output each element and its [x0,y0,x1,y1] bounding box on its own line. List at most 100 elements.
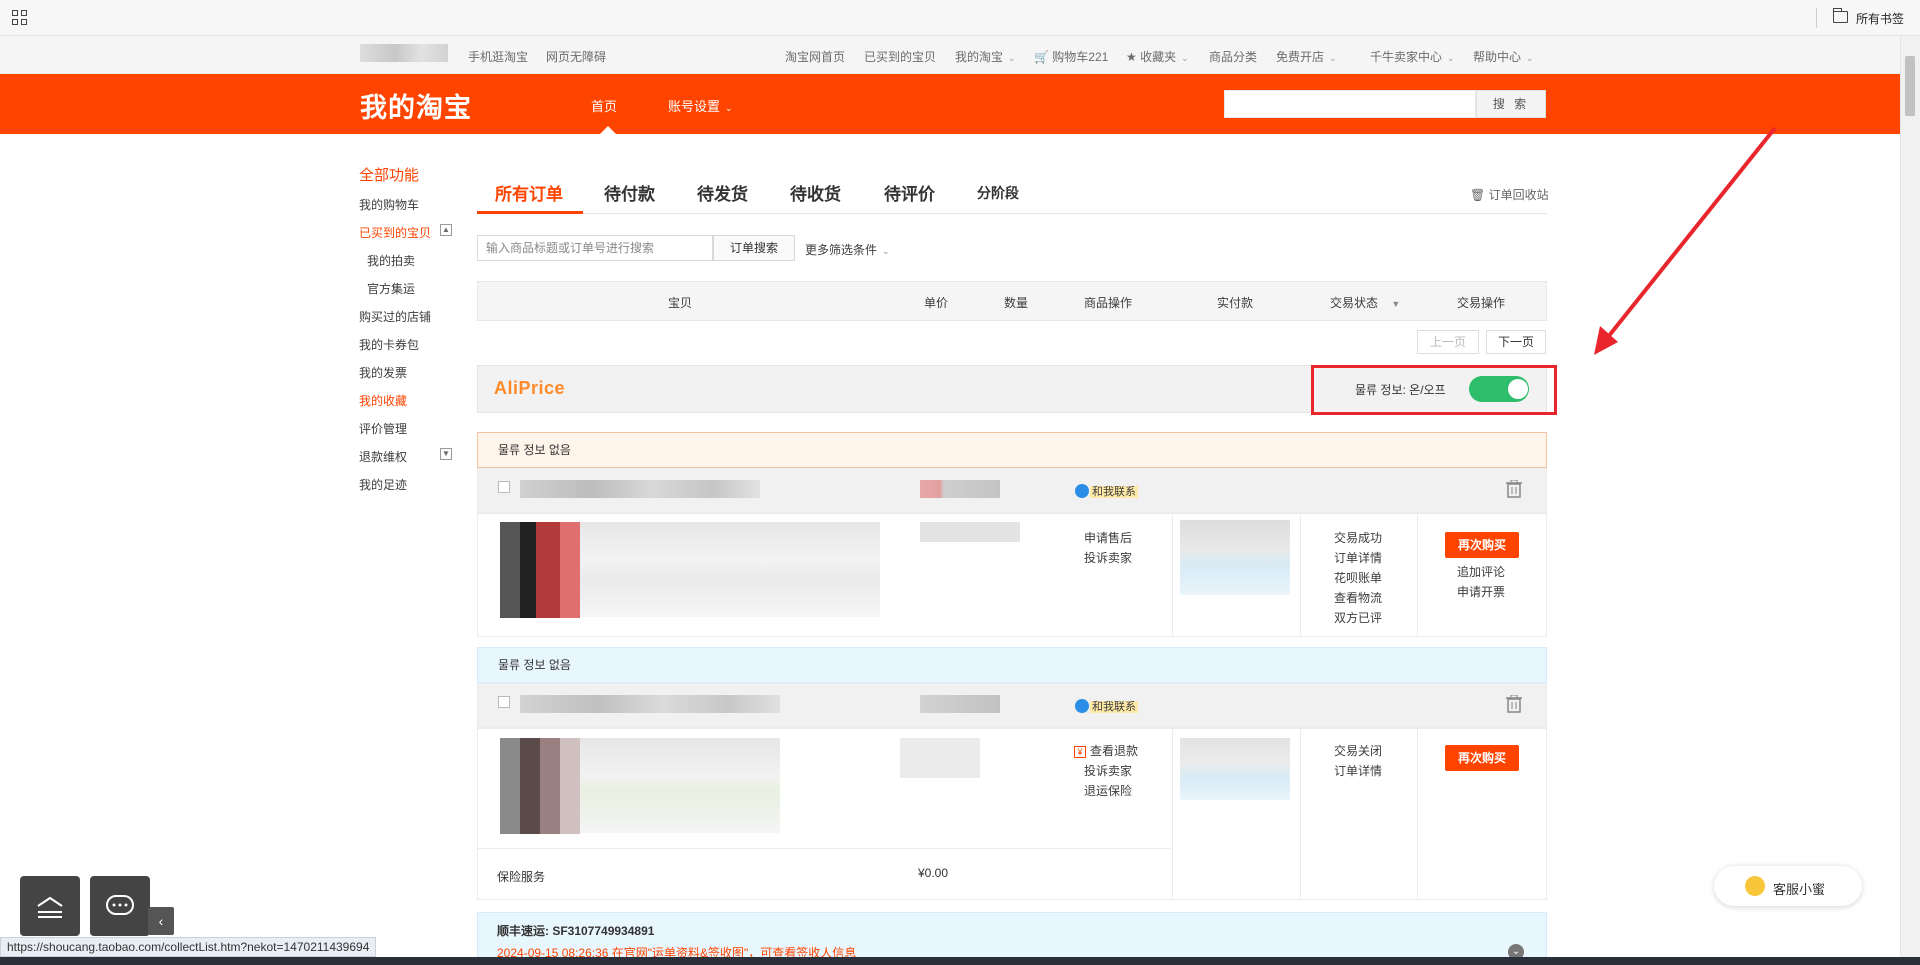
help-center-menu[interactable]: 帮助中心 ⌄ [1473,48,1534,65]
cart-link[interactable]: 🛒 购物车221 [1034,48,1108,65]
complain-seller-link[interactable]: 投诉卖家 [1074,761,1174,781]
apps-grid-icon[interactable] [12,10,28,26]
order-search-input[interactable]: 输入商品标题或订单号进行搜索 [477,235,713,261]
chat-button[interactable] [90,876,150,936]
os-taskbar [0,957,1920,965]
status-url: https://shoucang.taobao.com/collectList.… [0,937,377,957]
huabei-bill-link[interactable]: 花呗账单 [1334,568,1404,588]
active-tab-underline [477,211,583,214]
back-to-top-button[interactable] [20,876,80,936]
refund-icon: ¥ [1074,746,1086,758]
rebuy-button[interactable]: 再次购买 [1445,745,1519,771]
sidebar-item-auction[interactable]: 我的拍卖 [367,252,415,269]
tab-pending-ship[interactable]: 待发货 [697,180,748,205]
view-logistics-link[interactable]: 查看物流 [1334,588,1404,608]
tab-pending-pay[interactable]: 待付款 [604,180,655,205]
sidebar-item-invoices[interactable]: 我的发票 [359,364,407,381]
order1-contact[interactable]: 和我联系 [1075,483,1138,499]
complain-seller-link[interactable]: 投诉卖家 [1084,548,1154,568]
scrollbar-thumb[interactable] [1905,56,1915,116]
chevron-down-icon: ⌄ [1447,53,1455,63]
customer-service-label[interactable]: 客服小蜜 [1773,879,1825,898]
col-qty: 数量 [1004,296,1029,310]
taobao-home-link[interactable]: 淘宝网首页 [785,48,845,65]
chevron-down-icon: ⌄ [1181,53,1189,63]
sidebar-item-cart[interactable]: 我的购物车 [359,196,419,213]
header-search-button[interactable]: 搜 索 [1476,90,1546,118]
col-item: 宝贝 [668,296,693,310]
add-review-link[interactable]: 追加评论 [1457,562,1527,582]
all-bookmarks-link[interactable]: 所有书签 [1856,10,1904,27]
open-shop-menu[interactable]: 免费开店 ⌄ [1276,48,1337,65]
chevron-down-icon: ⌄ [725,103,733,113]
tab-installment[interactable]: 分阶段 [977,183,1019,203]
sidebar-item-refunds[interactable]: 退款维权 [359,448,407,465]
view-refund-link[interactable]: ¥ 查看退款 [1074,741,1174,761]
col-status-filter[interactable]: 交易状态 ▼ [1330,294,1400,311]
chevron-down-icon: ⌄ [1526,53,1534,63]
my-taobao-logo[interactable]: 我的淘宝 [360,86,472,125]
sidebar-item-footprints[interactable]: 我的足迹 [359,476,407,493]
order1-shop-blurred [520,480,760,498]
seller-center-menu[interactable]: 千牛卖家中心 ⌄ [1370,48,1455,65]
nav-home[interactable]: 首页 [591,96,617,115]
order1-title-blurred[interactable] [580,522,880,617]
divider [1300,513,1301,637]
return-insurance-link[interactable]: 退运保险 [1074,781,1174,801]
sidebar-item-coupons[interactable]: 我的卡券包 [359,336,419,353]
service-bee-icon [1745,876,1765,896]
aliprice-title: AliPrice [494,378,566,398]
active-nav-indicator [600,126,616,134]
expand-toggle-icon[interactable]: ▼ [440,448,452,460]
order-search-button[interactable]: 订单搜索 [713,235,795,261]
page-scrollbar[interactable] [1900,36,1920,957]
prev-page-button[interactable]: 上一页 [1417,330,1479,354]
order1-logistics-bar: 물류 정보 없음 [477,432,1547,468]
order1-checkbox[interactable] [498,481,510,493]
sidebar-title[interactable]: 全部功能 [359,164,419,185]
rebuy-button[interactable]: 再次购买 [1445,532,1519,558]
order-detail-link[interactable]: 订单详情 [1334,761,1404,781]
accessibility-link[interactable]: 网页无障碍 [546,48,606,65]
order2-product-image[interactable] [500,738,580,834]
nav-account-settings[interactable]: 账号设置 ⌄ [668,96,733,115]
request-invoice-link[interactable]: 申请开票 [1457,582,1527,602]
after-sales-link[interactable]: 申请售后 [1084,528,1154,548]
mobile-taobao-link[interactable]: 手机逛淘宝 [468,48,528,65]
sidebar-item-bought[interactable]: 已买到的宝贝 [359,224,431,241]
username-blurred[interactable] [360,44,448,62]
order1-product-image[interactable] [500,522,580,618]
order-recycle-link[interactable]: 🗑 订单回收站 [1470,186,1549,203]
my-taobao-menu[interactable]: 我的淘宝 ⌄ [955,48,1016,65]
order2-contact[interactable]: 和我联系 [1075,698,1138,714]
order1-extra-links: 追加评论 申请开票 [1457,562,1527,602]
favorites-menu[interactable]: ★ 收藏夹 ⌄ [1126,48,1189,65]
folder-icon[interactable] [1832,8,1848,23]
tab-pending-receive[interactable]: 待收货 [790,180,841,205]
collapse-arrow-icon[interactable]: ‹ [148,907,174,935]
tab-all-orders[interactable]: 所有订单 [495,180,563,205]
order2-checkbox[interactable] [498,696,510,708]
more-filters-link[interactable]: 更多筛选条件 ⌄ [805,241,890,258]
order2-price-blurred [900,738,980,778]
delete-order-icon[interactable] [1506,480,1522,498]
divider [1172,513,1173,637]
next-page-button[interactable]: 下一页 [1486,330,1546,354]
collapse-toggle-icon[interactable]: ▲ [440,224,452,236]
order2-title-blurred[interactable] [580,738,780,833]
order2-status-links: 交易关闭 订单详情 [1334,741,1404,781]
order1-status-links: 交易成功 订单详情 花呗账单 查看物流 双方已评 [1334,528,1404,628]
sidebar-item-shops[interactable]: 购买过的店铺 [359,308,431,325]
delete-order-icon[interactable] [1506,695,1522,713]
order2-logistics-bar: 물류 정보 없음 [477,647,1547,683]
sidebar-item-favorites[interactable]: 我的收藏 [359,392,407,409]
header-search-input[interactable] [1224,90,1476,118]
sidebar-item-reviews[interactable]: 评价管理 [359,420,407,437]
insurance-label: 保险服务 [497,870,546,884]
order-detail-link[interactable]: 订单详情 [1334,548,1404,568]
categories-link[interactable]: 商品分类 [1209,48,1257,65]
bought-items-link[interactable]: 已买到的宝贝 [864,48,936,65]
order1-meta-blurred [920,480,1000,498]
tab-pending-review[interactable]: 待评价 [884,180,935,205]
sidebar-item-consolidation[interactable]: 官方集运 [367,280,415,297]
